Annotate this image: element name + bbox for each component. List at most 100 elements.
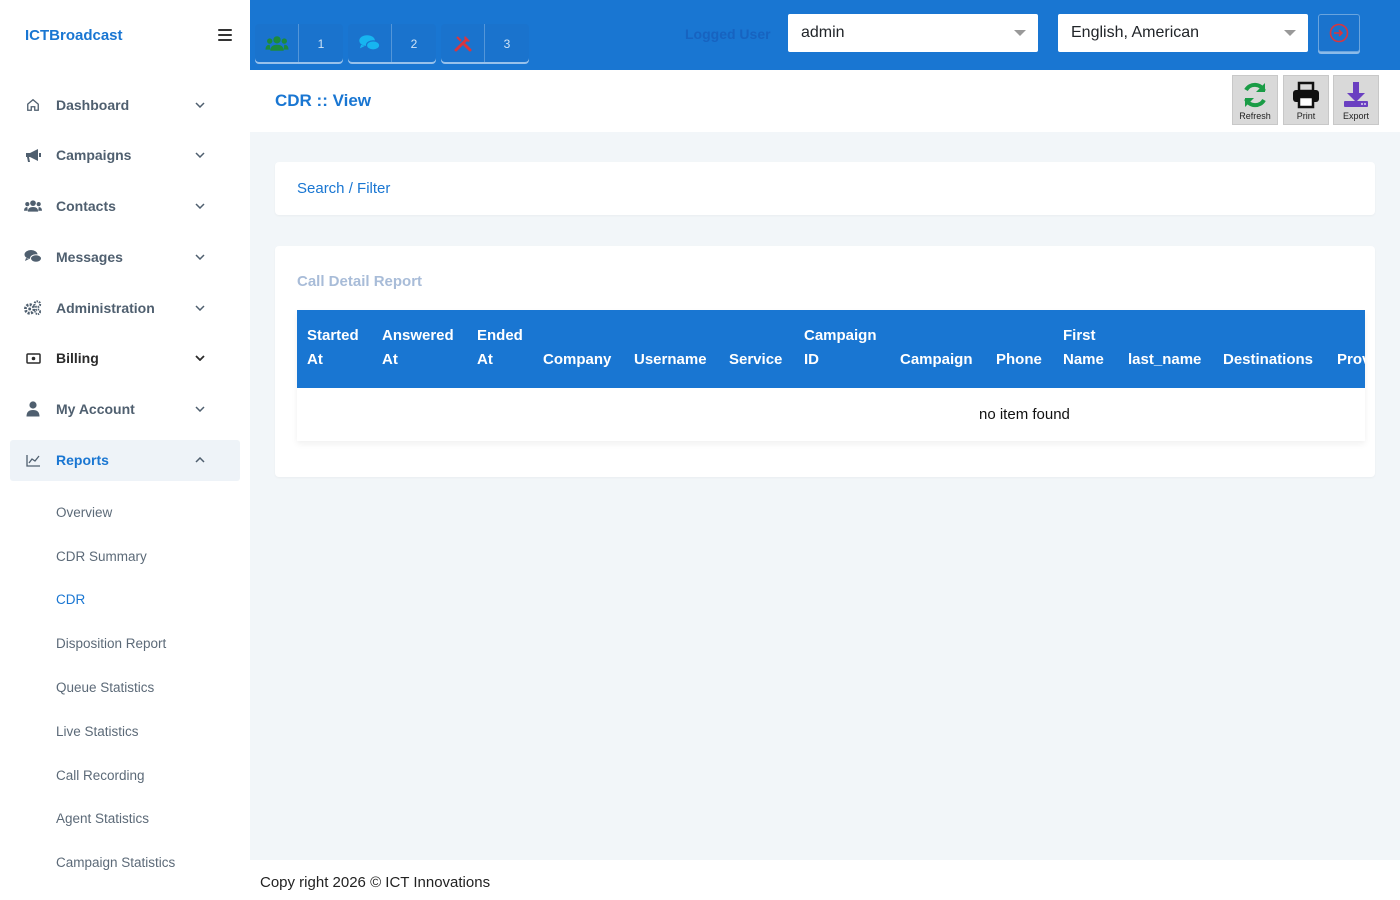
- sidebar-nav: Dashboard Campaigns Contacts Messages Ad…: [0, 70, 250, 885]
- column-header[interactable]: First Name: [1053, 310, 1118, 388]
- export-label: Export: [1342, 111, 1369, 121]
- sidebar-item-contacts[interactable]: Contacts: [10, 186, 240, 227]
- sidebar-item-messages[interactable]: Messages: [10, 236, 240, 277]
- sidebar-item-label: Billing: [56, 350, 99, 367]
- reports-submenu: Overview CDR Summary CDR Disposition Rep…: [0, 490, 250, 884]
- refresh-button[interactable]: Refresh: [1232, 75, 1278, 125]
- table-row: [297, 388, 1365, 441]
- report-title: Call Detail Report: [297, 273, 423, 290]
- column-header[interactable]: Answered At: [372, 310, 467, 388]
- messages-count: 2: [410, 37, 418, 51]
- cdr-table-container[interactable]: Started At Answered At Ended At Company …: [297, 310, 1365, 441]
- footer: Copy right 2026 © ICT Innovations: [250, 860, 1400, 900]
- sidebar-item-reports[interactable]: Reports: [10, 439, 240, 481]
- logout-button[interactable]: [1318, 14, 1360, 52]
- column-header[interactable]: Ended At: [467, 310, 533, 388]
- chevron-down-icon: [190, 305, 210, 311]
- search-filter-card: Search / Filter: [275, 162, 1375, 215]
- copyright-text: Copy right 2026 © ICT Innovations: [260, 874, 491, 891]
- sidebar-item-billing[interactable]: Billing: [10, 338, 240, 379]
- print-label: Print: [1296, 111, 1316, 121]
- chevron-down-icon: [190, 203, 210, 210]
- column-header[interactable]: Company: [533, 310, 624, 388]
- chevron-down-icon: [190, 254, 210, 260]
- user-icon: [24, 400, 42, 418]
- comments-icon: [24, 248, 42, 266]
- sidebar: ICTBroadcast Dashboard Campaigns Contact…: [0, 0, 250, 900]
- sidebar-item-dashboard[interactable]: Dashboard: [10, 84, 240, 125]
- language-select-value: English, American: [1071, 24, 1200, 41]
- sidebar-item-label: Campaigns: [56, 147, 132, 164]
- comments-icon: [348, 24, 392, 62]
- chevron-down-icon: [190, 355, 210, 362]
- tools-button[interactable]: 3: [441, 24, 529, 62]
- sidebar-item-label: Reports: [56, 452, 109, 469]
- column-header[interactable]: Phone: [986, 310, 1053, 388]
- submenu-item-queue-statistics[interactable]: Queue Statistics: [56, 666, 250, 710]
- empty-state-message: no item found: [979, 406, 1070, 423]
- user-select-value: admin: [801, 24, 845, 41]
- call-detail-report-card: Call Detail Report Started At Answered A…: [275, 246, 1375, 477]
- brand-header: ICTBroadcast: [0, 0, 250, 70]
- brand-logo-text[interactable]: ICTBroadcast: [25, 27, 123, 44]
- column-header[interactable]: Started At: [297, 310, 372, 388]
- chevron-down-icon: [190, 101, 210, 108]
- chevron-up-icon: [190, 457, 210, 463]
- empty-cell: [297, 388, 1365, 441]
- export-button[interactable]: Export: [1333, 75, 1379, 125]
- megaphone-icon: [24, 146, 42, 164]
- column-header[interactable]: Service: [719, 310, 794, 388]
- sidebar-item-label: Administration: [56, 299, 155, 316]
- chart-line-icon: [24, 451, 42, 469]
- pill-count-area: 1: [299, 24, 343, 62]
- column-header[interactable]: Username: [624, 310, 719, 388]
- submenu-item-overview[interactable]: Overview: [56, 490, 250, 534]
- refresh-icon: [1244, 82, 1266, 108]
- sidebar-item-label: Contacts: [56, 198, 116, 215]
- column-header[interactable]: Campaign: [890, 310, 986, 388]
- agents-count: 1: [317, 37, 325, 51]
- print-icon: [1293, 81, 1319, 109]
- sidebar-item-label: Dashboard: [56, 96, 130, 113]
- messages-button[interactable]: 2: [348, 24, 436, 62]
- sidebar-item-campaigns[interactable]: Campaigns: [10, 135, 240, 176]
- pill-count-area: 3: [485, 24, 529, 62]
- pill-count-area: 2: [392, 24, 436, 62]
- agents-online-button[interactable]: 1: [255, 24, 343, 62]
- language-select[interactable]: English, American: [1058, 14, 1308, 52]
- submenu-item-cdr[interactable]: CDR: [56, 578, 250, 622]
- column-header[interactable]: Destinations: [1213, 310, 1327, 388]
- sidebar-item-label: My Account: [56, 401, 135, 418]
- submenu-item-cdr-summary[interactable]: CDR Summary: [56, 534, 250, 578]
- refresh-label: Refresh: [1239, 111, 1271, 121]
- submenu-item-agent-statistics[interactable]: Agent Statistics: [56, 797, 250, 841]
- submenu-item-live-statistics[interactable]: Live Statistics: [56, 709, 250, 753]
- menu-toggle-icon[interactable]: [218, 29, 232, 41]
- column-header[interactable]: last_name: [1118, 310, 1213, 388]
- home-icon: [24, 96, 42, 114]
- search-filter-toggle[interactable]: Search / Filter: [297, 180, 390, 197]
- table-header-row: Started At Answered At Ended At Company …: [297, 310, 1365, 388]
- logged-user-label: Logged User: [685, 26, 771, 42]
- page-title: CDR :: View: [275, 91, 372, 110]
- submenu-item-disposition-report[interactable]: Disposition Report: [56, 622, 250, 666]
- chevron-down-icon: [190, 152, 210, 159]
- download-icon: [1344, 82, 1368, 107]
- submenu-item-campaign-statistics[interactable]: Campaign Statistics: [56, 841, 250, 885]
- column-header[interactable]: Campaign ID: [794, 310, 890, 388]
- users-icon: [255, 24, 299, 62]
- submenu-item-call-recording[interactable]: Call Recording: [56, 753, 250, 797]
- print-button[interactable]: Print: [1283, 75, 1329, 125]
- users-icon: [24, 197, 42, 215]
- sidebar-item-administration[interactable]: Administration: [10, 287, 240, 328]
- column-header[interactable]: Provider: [1327, 310, 1365, 388]
- money-bill-icon: [24, 349, 42, 367]
- tools-count: 3: [503, 37, 511, 51]
- user-select[interactable]: admin: [788, 14, 1038, 52]
- dropdown-caret-icon: [1014, 30, 1026, 36]
- cdr-table: Started At Answered At Ended At Company …: [297, 310, 1365, 441]
- sidebar-item-my-account[interactable]: My Account: [10, 389, 240, 430]
- gears-icon: [24, 299, 42, 317]
- sign-out-icon: [1329, 23, 1349, 43]
- sidebar-item-label: Messages: [56, 248, 123, 265]
